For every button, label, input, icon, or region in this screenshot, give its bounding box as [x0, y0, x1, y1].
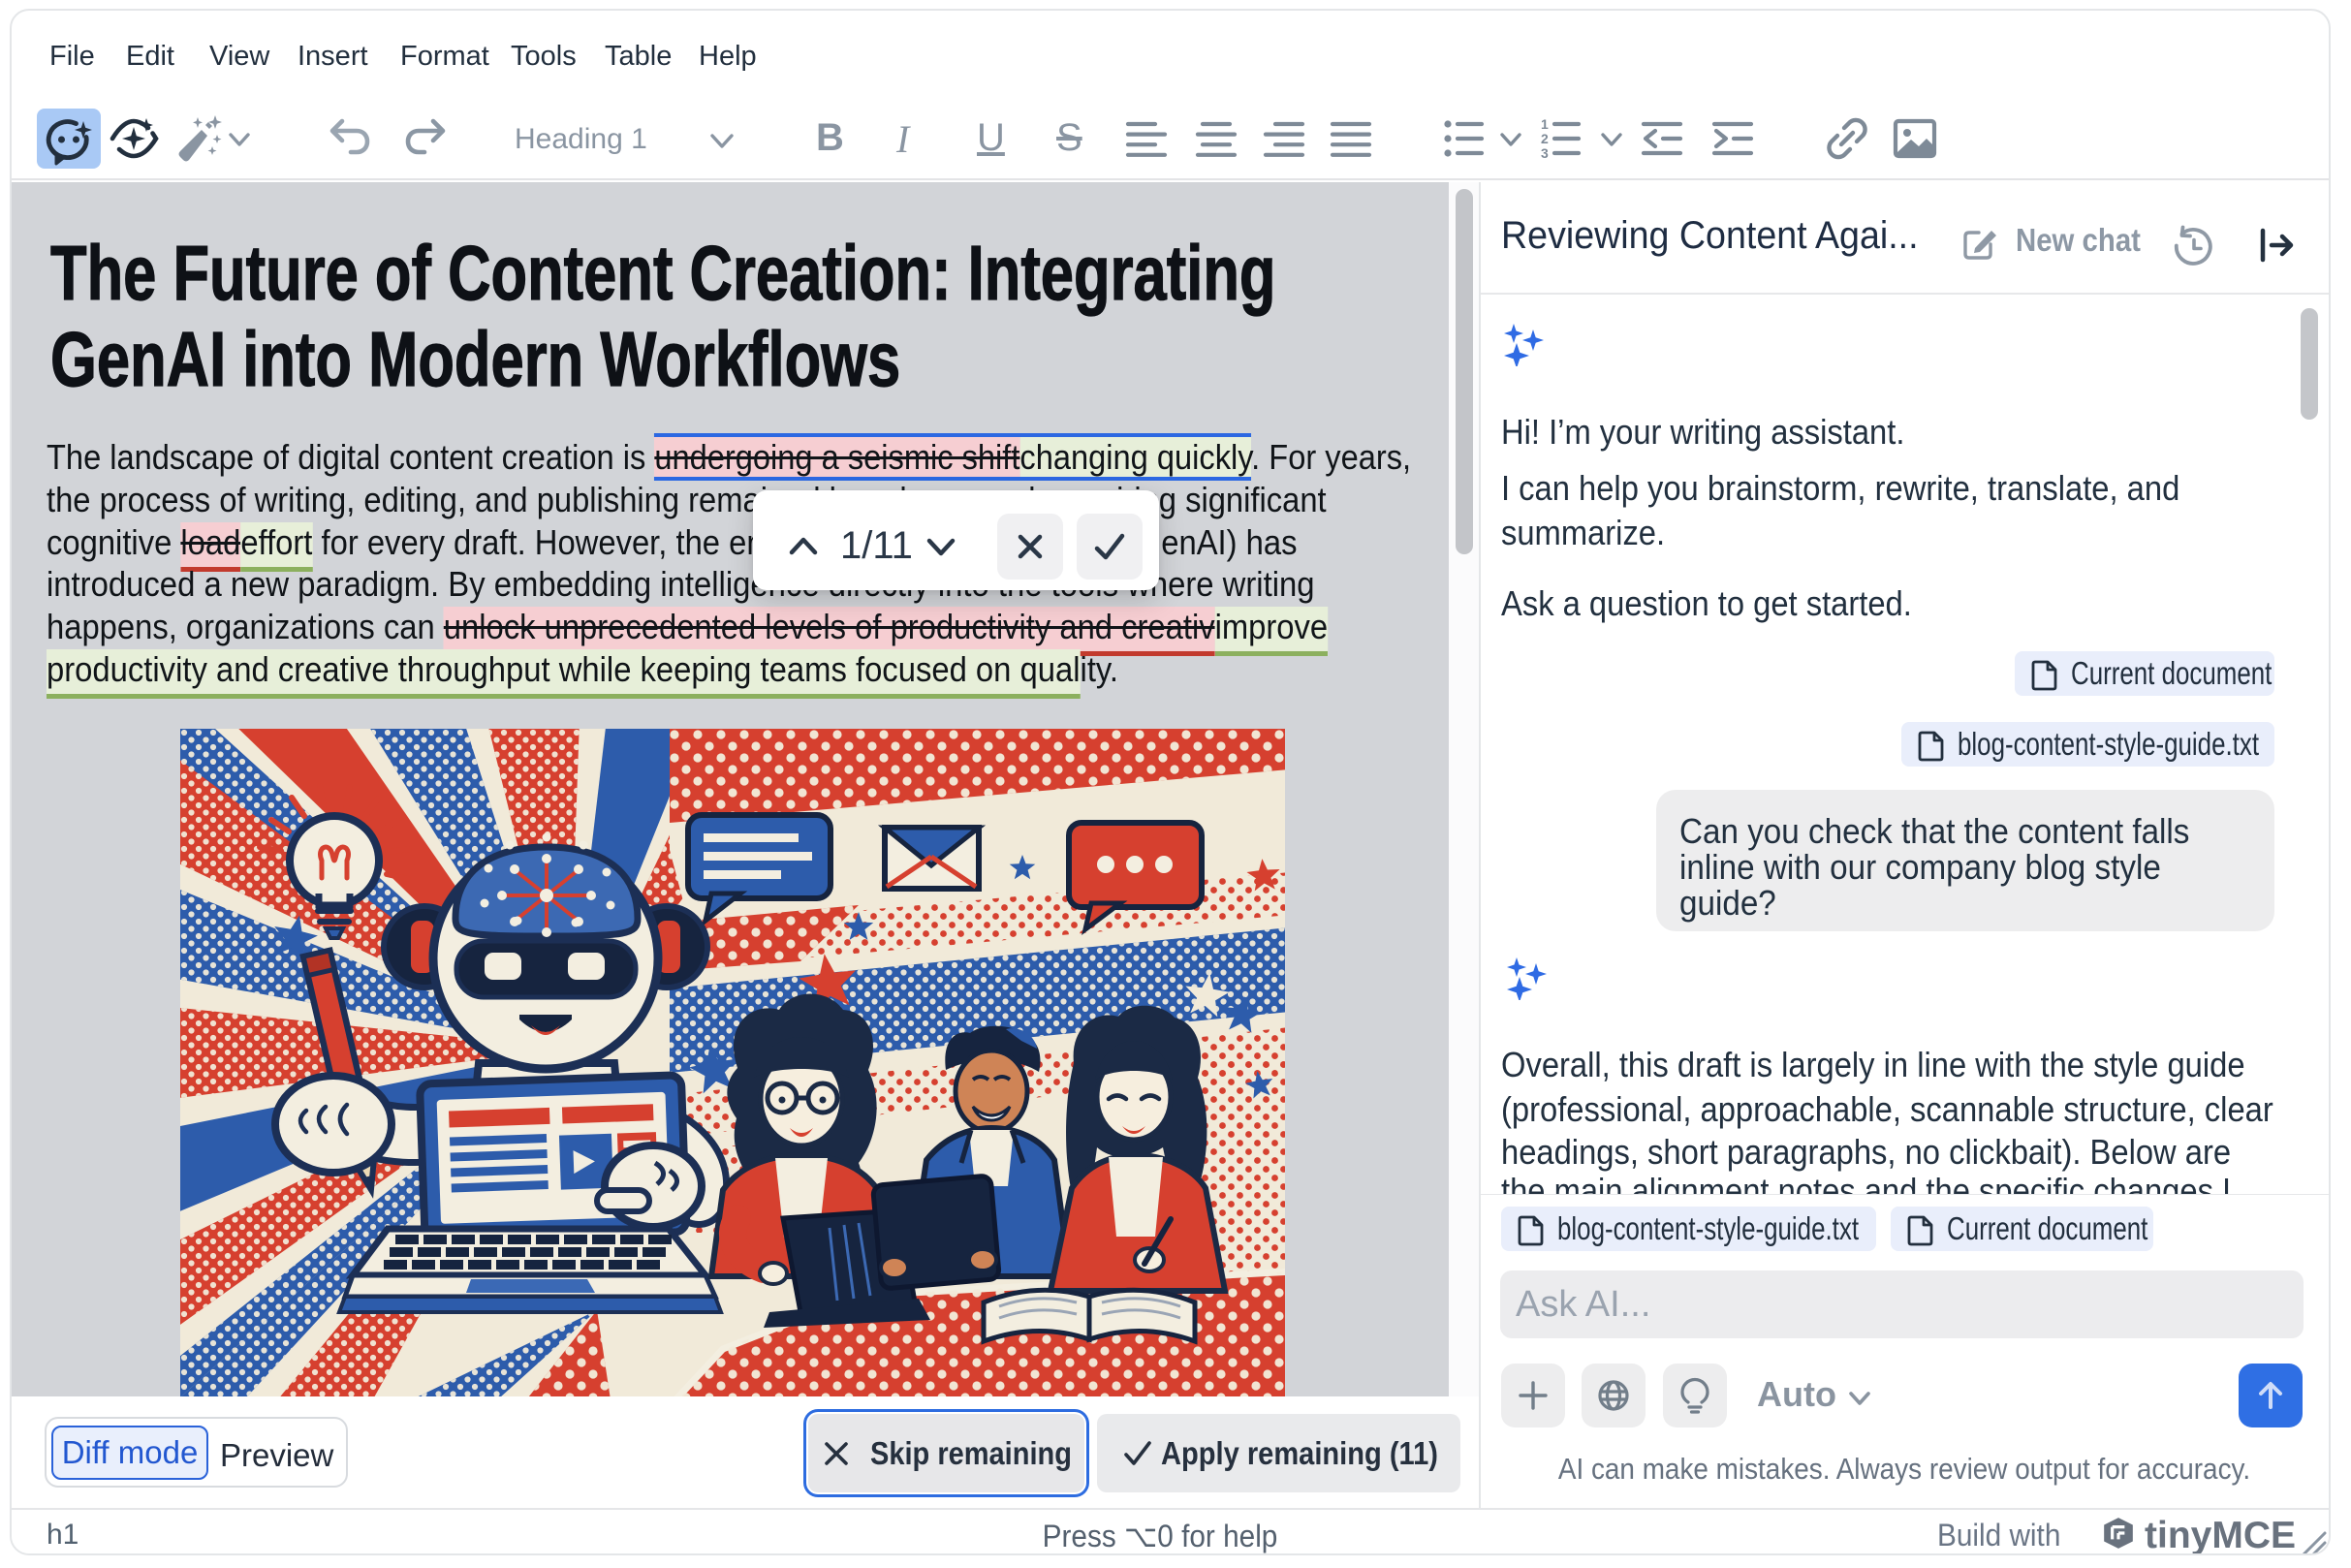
svg-text:1: 1 — [1541, 116, 1549, 132]
svg-text:2: 2 — [1541, 131, 1549, 146]
svg-text:3: 3 — [1541, 145, 1549, 161]
